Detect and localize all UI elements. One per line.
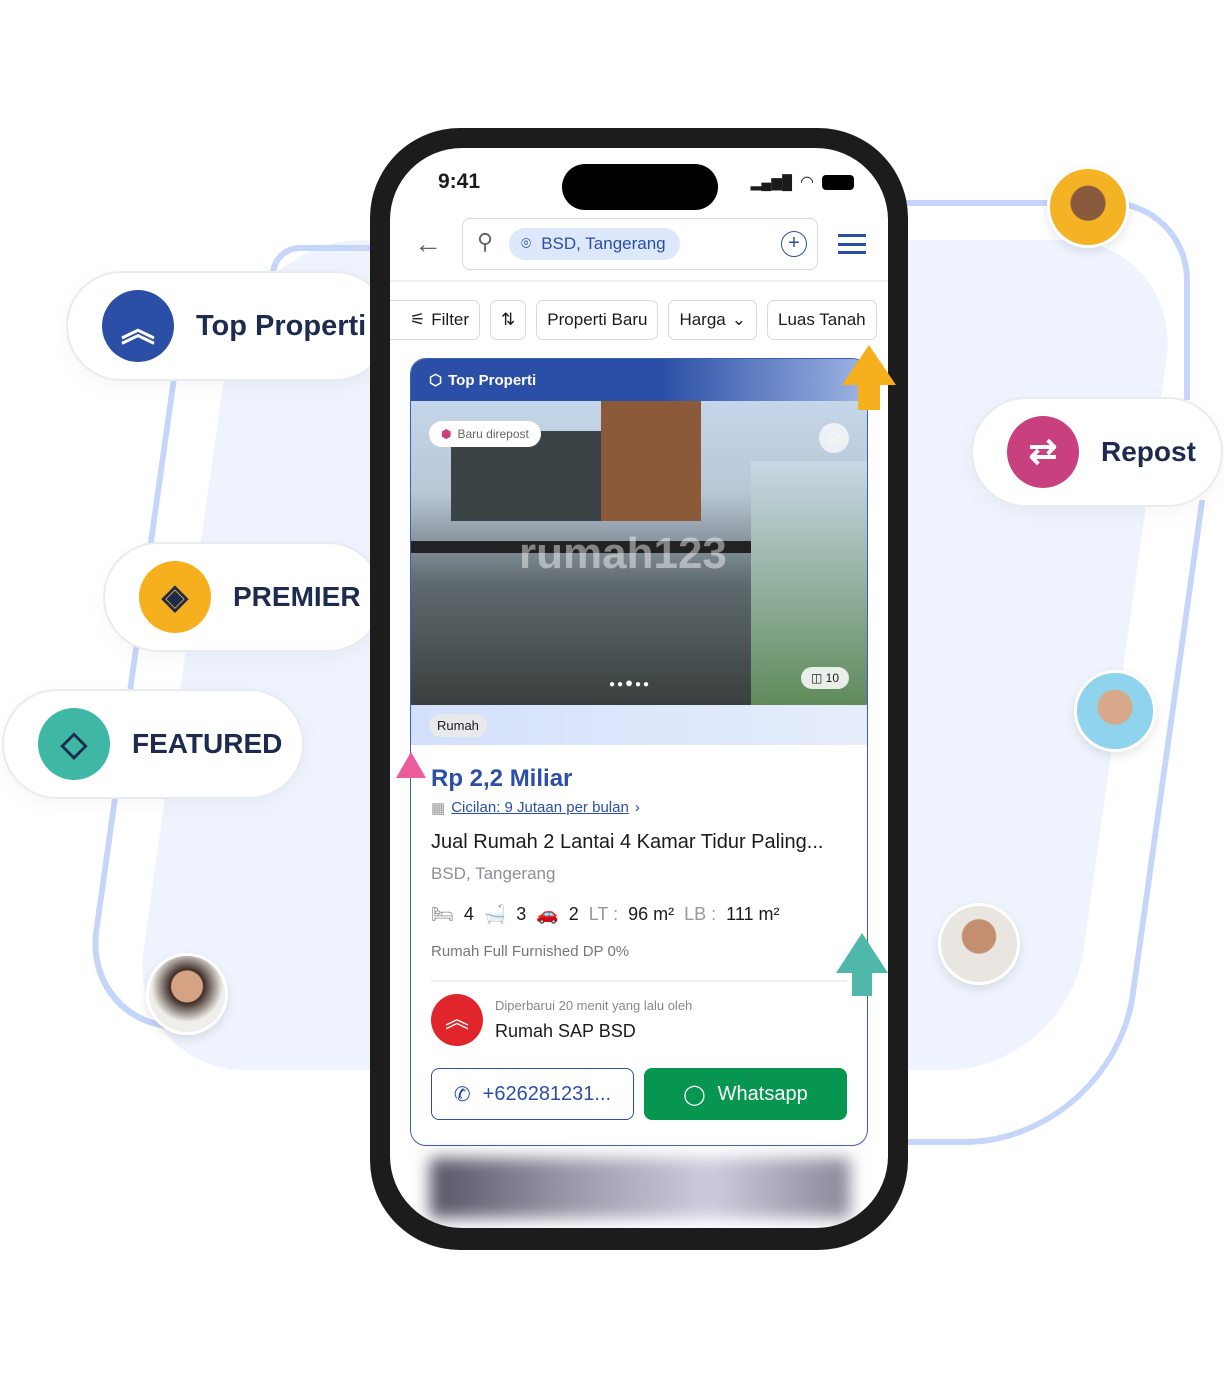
badge-label: PREMIER [233, 581, 361, 612]
avatar [1074, 670, 1156, 752]
filter-chips: ⚟ Filter ⇅ Properti Baru Harga ⌄ Luas Tana… [390, 300, 877, 340]
chevrons-up-icon: ︽ [102, 290, 174, 362]
installment-link[interactable]: ▦ Cicilan: 9 Jutaan per bulan › [431, 799, 847, 817]
sliders-icon: ⚟ [410, 310, 426, 329]
phone-icon: ✆ [453, 1083, 471, 1106]
updated-text: Diperbarui 20 menit yang lalu oleh [495, 998, 693, 1013]
bed-icon: 🛏 [431, 904, 454, 924]
whatsapp-button[interactable]: ◯ Whatsapp [644, 1068, 847, 1120]
arrow-up-orange [842, 345, 896, 385]
arrow-stem [858, 384, 880, 410]
sort-chip[interactable]: ⇅ [490, 300, 527, 340]
phone-button[interactable]: ✆ +626281231... [431, 1068, 634, 1120]
battery-icon [822, 174, 854, 190]
sort-icon: ⇅ [501, 310, 516, 329]
agent-row[interactable]: ︽ Diperbarui 20 menit yang lalu oleh Ruma… [431, 980, 847, 1046]
lt-label: LT : [588, 904, 619, 924]
price: Rp 2,2 Miliar [431, 765, 573, 792]
badge-label: Repost [1101, 436, 1196, 467]
tier-header: ⬡ Top Properti [411, 359, 867, 401]
dynamic-island [562, 164, 718, 210]
bath-icon: 🛁 [483, 904, 507, 924]
installment-label: Cicilan: 9 Jutaan per bulan [451, 799, 629, 816]
agent-name: Rumah SAP BSD [495, 1021, 636, 1041]
signal-icon: ▂▄▆█ [750, 173, 793, 190]
back-icon[interactable]: ← [414, 228, 442, 260]
repost-tag: ⬢ Baru direpost [429, 421, 541, 447]
building-area: 111 m² [726, 904, 780, 924]
chevron-right-icon: › [634, 799, 640, 816]
search-icon: ⚲ [477, 229, 494, 254]
repost-badge: ⇄ Repost [971, 397, 1223, 507]
chevron-down-icon: ⌄ [731, 310, 747, 329]
property-type: Rumah [429, 713, 487, 737]
menu-icon[interactable] [838, 234, 866, 254]
featured-badge: ◇ FEATURED [2, 689, 304, 799]
status-icons: ▂▄▆█ ◠ [751, 172, 854, 192]
connector-line [900, 200, 1190, 400]
type-bar: Rumah [411, 705, 867, 745]
top-properti-icon: ⬡ [429, 372, 443, 389]
properti-baru-chip[interactable]: Properti Baru [536, 300, 659, 340]
premier-badge: ◈ PREMIER [103, 542, 383, 652]
top-properti-badge: ︽ Top Properti [66, 271, 390, 381]
status-time: 9:41 [438, 170, 481, 193]
listing-location: BSD, Tangerang [431, 864, 556, 883]
phone-frame: 9:41 ▂▄▆█ ◠ ← ⚲ ⌾ BSD, Tangerang + ⚟ Filter… [370, 128, 908, 1250]
agent-logo: ︽ [431, 994, 483, 1046]
arrow-up-teal [836, 933, 888, 973]
location-chip[interactable]: ⌾ BSD, Tangerang [509, 228, 680, 260]
app-screen: 9:41 ▂▄▆█ ◠ ← ⚲ ⌾ BSD, Tangerang + ⚟ Filter… [390, 148, 888, 1228]
featured-icon: ◇ [38, 708, 110, 780]
harga-chip[interactable]: Harga ⌄ [668, 300, 758, 340]
whatsapp-icon: ◯ [683, 1083, 706, 1106]
land-area: 96 m² [628, 904, 675, 924]
car-icon: 🚗 [536, 904, 559, 924]
beds: 4 [463, 904, 474, 924]
avatar [1047, 166, 1129, 248]
avatar [146, 953, 228, 1035]
arrow-up-pink [396, 752, 426, 778]
lb-label: LB : [684, 904, 717, 924]
arrow-stem [852, 972, 872, 996]
repost-icon: ⇄ [1007, 416, 1079, 488]
baths: 3 [516, 904, 527, 924]
next-listing-blurred [430, 1158, 850, 1218]
listing-card[interactable]: ⬡ Top Properti rumah123 ⬢ Baru direpost ☆ … [410, 358, 868, 1146]
watermark: rumah123 [519, 529, 727, 578]
wifi-icon: ◠ [800, 174, 814, 191]
repost-icon: ⬢ [441, 427, 452, 441]
chip-label: Filter [431, 310, 470, 329]
repost-label: Baru direpost [457, 427, 529, 441]
listing-photo[interactable]: rumah123 ⬢ Baru direpost ☆ ●●●●● ◫ 10 [411, 401, 867, 705]
avatar [938, 903, 1020, 985]
specs: 🛏 4 🛁 3 🚗 2 LT : 96 m² LB : 111 m² [431, 904, 847, 925]
camera-icon: ◫ [810, 671, 826, 685]
filter-chip[interactable]: ⚟ Filter [390, 300, 481, 340]
photo-count-value: 10 [825, 671, 839, 685]
divider [390, 280, 888, 282]
location-pin-icon: ⌾ [521, 234, 532, 253]
tagline: Rumah Full Furnished DP 0% [431, 943, 630, 960]
add-location-icon[interactable]: + [781, 231, 807, 257]
photo-count: ◫ 10 [800, 667, 849, 689]
luas-tanah-chip[interactable]: Luas Tanah [767, 300, 877, 340]
badge-label: Top Properti [196, 309, 367, 342]
location-label: BSD, Tangerang [541, 234, 666, 253]
favorite-star-icon[interactable]: ☆ [819, 423, 849, 453]
chip-label: Properti Baru [547, 310, 648, 329]
chip-label: Harga [679, 310, 726, 329]
chip-label: Luas Tanah [778, 310, 866, 329]
carousel-dots: ●●●●● [609, 675, 652, 690]
cars: 2 [568, 904, 579, 924]
tier-label: Top Properti [448, 371, 537, 389]
whatsapp-label: Whatsapp [717, 1082, 808, 1105]
premier-icon: ◈ [139, 561, 211, 633]
house-wood-panel [601, 401, 701, 521]
phone-label: +626281231... [482, 1082, 612, 1105]
badge-label: FEATURED [132, 728, 283, 759]
listing-title[interactable]: Jual Rumah 2 Lantai 4 Kamar Tidur Paling… [431, 831, 847, 854]
calculator-icon: ▦ [431, 800, 446, 817]
search-input[interactable]: ⚲ ⌾ BSD, Tangerang + [462, 218, 818, 270]
